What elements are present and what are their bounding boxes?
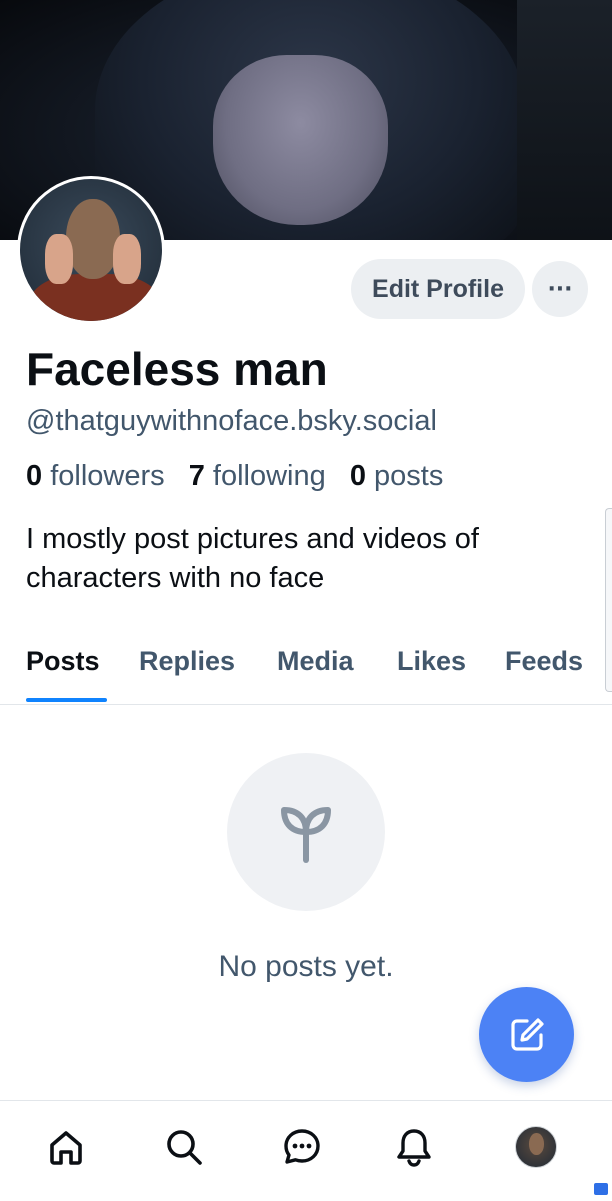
nav-home[interactable] [42, 1123, 90, 1171]
active-tab-indicator [26, 698, 107, 702]
search-icon [167, 1130, 202, 1165]
banner-background [517, 0, 612, 240]
chat-icon [284, 1129, 320, 1164]
profile-stats: 0 followers 7 following 0 posts [26, 460, 443, 493]
display-name: Faceless man [26, 343, 328, 395]
avatar-face [66, 199, 120, 279]
avatar-face [529, 1133, 544, 1155]
nav-chat[interactable] [278, 1123, 326, 1171]
compose-icon [510, 1017, 544, 1051]
profile-avatar-small [515, 1126, 557, 1168]
followers-label: followers [50, 460, 165, 492]
nav-search[interactable] [160, 1123, 208, 1171]
tab-feeds[interactable]: Feeds [505, 646, 583, 677]
more-options-button[interactable]: ··· [532, 261, 588, 317]
corner-badge-icon [594, 1183, 608, 1195]
ellipsis-icon: ··· [547, 276, 573, 302]
posts-stat: 0 posts [350, 460, 444, 492]
profile-tabs: Posts Replies Media Likes Feeds [0, 640, 612, 705]
scroll-indicator[interactable] [605, 508, 612, 692]
followers-count: 0 [26, 460, 43, 492]
following-link[interactable]: 7 following [189, 460, 326, 492]
sprout-icon [281, 807, 331, 863]
empty-state-message: No posts yet. [218, 950, 394, 983]
edit-profile-button[interactable]: Edit Profile [351, 259, 525, 319]
banner-face [213, 55, 388, 225]
profile-bio: I mostly post pictures and videos of cha… [26, 523, 479, 594]
empty-state-illustration [227, 753, 385, 911]
compose-post-button[interactable] [479, 987, 574, 1082]
tab-posts[interactable]: Posts [26, 646, 100, 677]
profile-avatar[interactable] [17, 176, 165, 324]
avatar-body [30, 274, 160, 321]
following-count: 7 [188, 460, 205, 492]
bell-icon [397, 1129, 431, 1167]
posts-label: posts [374, 460, 444, 492]
avatar-hand-right [113, 234, 141, 284]
tab-replies[interactable]: Replies [139, 646, 235, 677]
home-icon [50, 1131, 82, 1165]
nav-profile[interactable] [512, 1123, 560, 1171]
bottom-navigation [0, 1100, 612, 1201]
profile-handle: @thatguywithnoface.bsky.social [26, 405, 437, 437]
avatar-hand-left [45, 234, 73, 284]
followers-link[interactable]: 0 followers [26, 460, 165, 492]
following-label: following [212, 460, 326, 492]
nav-notifications[interactable] [390, 1123, 438, 1171]
tab-likes[interactable]: Likes [397, 646, 466, 677]
posts-count: 0 [349, 460, 366, 492]
tab-media[interactable]: Media [277, 646, 354, 677]
